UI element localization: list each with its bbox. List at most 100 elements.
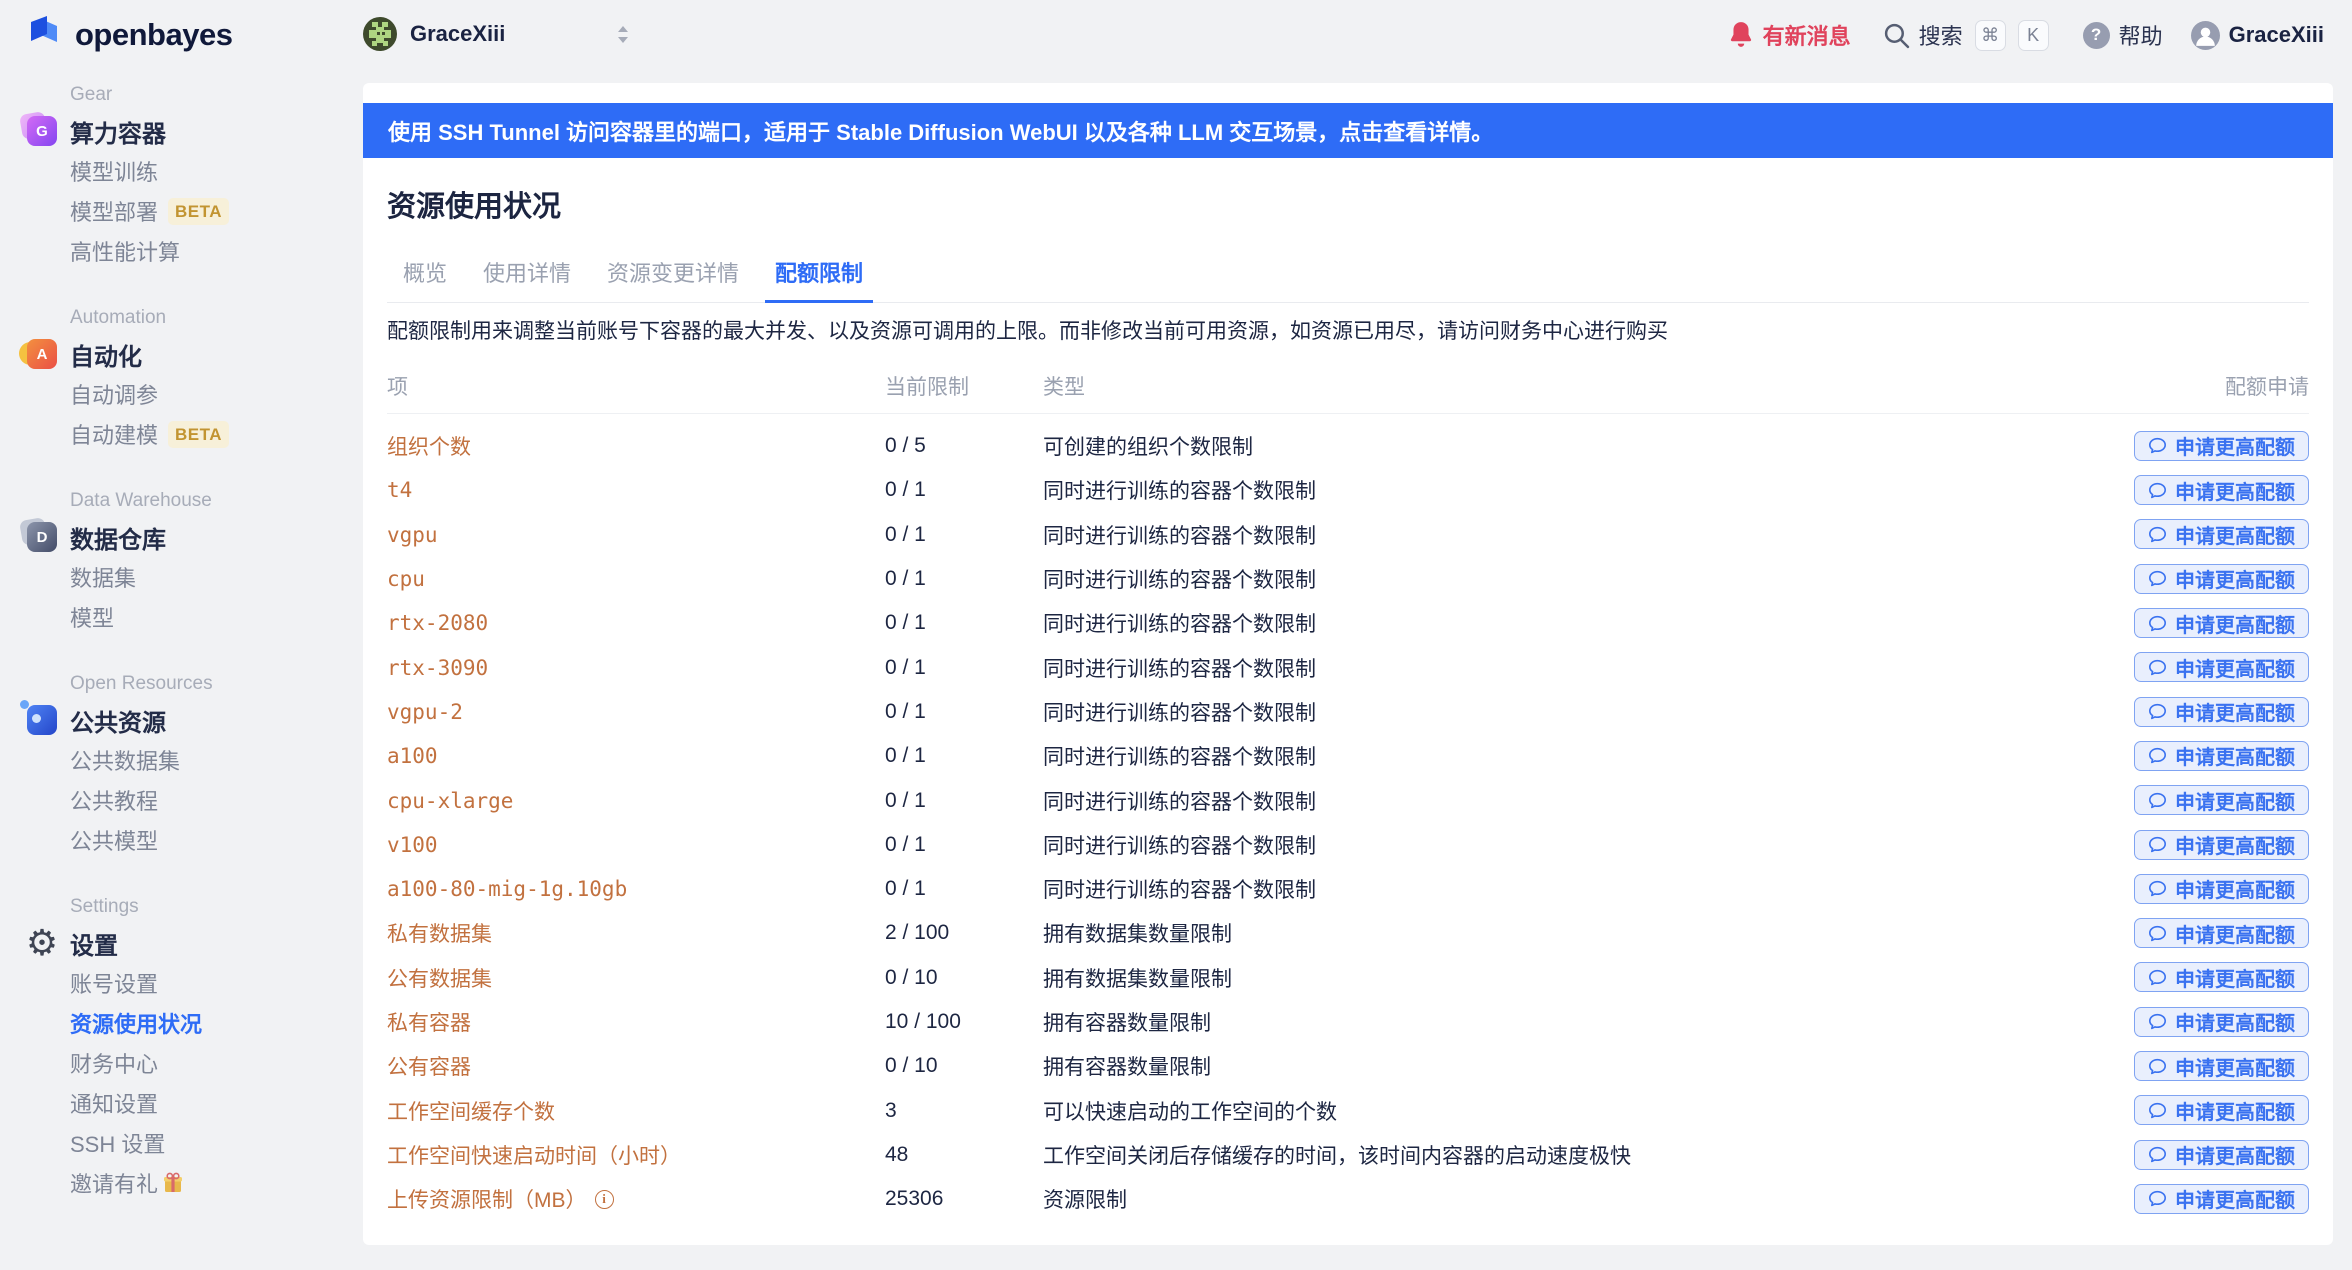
topbar: openbayes GraceXiii [0,0,2352,70]
row-item-name: 公有数据集 [387,963,885,993]
sidebar-section-open-resources[interactable]: 公共资源 [27,700,363,740]
request-quota-button[interactable]: 申请更高配额 [2134,697,2309,727]
sidebar-item[interactable]: 资源使用状况 [27,1003,363,1043]
sidebar-item[interactable]: 邀请有礼 [27,1163,363,1203]
workspace-selector[interactable]: GraceXiii [363,17,633,51]
sidebar-section-gear[interactable]: G 算力容器 [27,111,363,151]
sidebar-item[interactable]: SSH 设置 [27,1123,363,1163]
sidebar-item[interactable]: 公共数据集 [27,740,363,780]
row-item-name: vgpu-2 [387,700,885,724]
request-quota-button[interactable]: 申请更高配额 [2134,1140,2309,1170]
sidebar-item[interactable]: 数据集 [27,557,363,597]
row-item-name: rtx-3090 [387,656,885,680]
sidebar-item-label: 公共数据集 [70,744,180,776]
sidebar-section-settings[interactable]: 设置 [27,923,363,963]
table-row: vgpu-2 0 / 1 同时进行训练的容器个数限制 申请更高配额 [387,690,2309,734]
sidebar-section-title: 算力容器 [70,114,166,149]
data-warehouse-icon: D [27,522,57,552]
sidebar-item[interactable]: 高性能计算 [27,231,363,271]
help-label: 帮助 [2119,19,2163,51]
notifications-button[interactable]: 有新消息 [1728,19,1851,51]
request-quota-button[interactable]: 申请更高配额 [2134,652,2309,682]
request-quota-button[interactable]: 申请更高配额 [2134,741,2309,771]
sidebar-item[interactable]: 自动建模BETA [27,414,363,454]
row-item-name: 公有容器 [387,1051,885,1081]
row-item-name: 组织个数 [387,431,885,461]
row-type: 拥有容器数量限制 [1043,1007,2119,1037]
request-quota-button[interactable]: 申请更高配额 [2134,475,2309,505]
user-menu[interactable]: GraceXiii [2191,21,2324,50]
row-current-limit: 0 / 1 [885,523,1043,547]
row-current-limit: 10 / 100 [885,1010,1043,1034]
request-quota-button[interactable]: 申请更高配额 [2134,1184,2309,1214]
row-type: 同时进行训练的容器个数限制 [1043,564,2119,594]
request-quota-button[interactable]: 申请更高配额 [2134,1051,2309,1081]
sidebar-section-label: Settings [27,894,363,919]
search-label: 搜索 [1919,19,1963,51]
row-item-name: cpu-xlarge [387,789,885,813]
beta-badge: BETA [168,421,229,448]
sidebar-item[interactable]: 公共模型 [27,820,363,860]
sidebar-item[interactable]: 公共教程 [27,780,363,820]
sidebar-item[interactable]: 通知设置 [27,1083,363,1123]
sidebar: Gear G 算力容器 模型训练模型部署BETA高性能计算 Automation… [0,70,363,1237]
kbd-k-key: K [2018,20,2049,51]
content-card: 使用 SSH Tunnel 访问容器里的端口，适用于 Stable Diffus… [363,83,2333,1245]
request-quota-button[interactable]: 申请更高配额 [2134,519,2309,549]
sidebar-item-label: 公共模型 [70,824,158,856]
chat-bubble-icon [2148,791,2167,810]
tab-4[interactable]: 配额限制 [765,260,873,303]
table-row: a100 0 / 1 同时进行训练的容器个数限制 申请更高配额 [387,734,2309,778]
row-item-name: 私有数据集 [387,918,885,948]
request-quota-button[interactable]: 申请更高配额 [2134,431,2309,461]
kbd-cmd-key: ⌘ [1975,20,2006,51]
sidebar-item[interactable]: 模型部署BETA [27,191,363,231]
sidebar-item-label: 模型部署 [70,195,158,227]
row-current-limit: 48 [885,1143,1043,1167]
chat-bubble-icon [2148,924,2167,943]
tabs: 概览使用详情资源变更详情配额限制 [387,260,2309,303]
request-quota-button[interactable]: 申请更高配额 [2134,564,2309,594]
sidebar-section-title: 公共资源 [70,703,166,738]
sidebar-item-label: 模型训练 [70,155,158,187]
tab-2[interactable]: 使用详情 [473,260,581,302]
request-quota-button[interactable]: 申请更高配额 [2134,874,2309,904]
gift-icon [162,1172,184,1194]
info-icon[interactable] [595,1190,614,1209]
sidebar-item-label: 资源使用状况 [70,1007,202,1039]
sidebar-item[interactable]: 模型 [27,597,363,637]
search-button[interactable]: 搜索 ⌘ K [1883,19,2049,51]
col-header-item: 项 [387,371,885,401]
logo-text: openbayes [75,17,232,53]
sidebar-item[interactable]: 账号设置 [27,963,363,1003]
sidebar-section-data-warehouse[interactable]: D 数据仓库 [27,517,363,557]
row-current-limit: 3 [885,1099,1043,1123]
row-item-name: rtx-2080 [387,611,885,635]
col-header-limit: 当前限制 [885,371,1043,401]
tab-3[interactable]: 资源变更详情 [597,260,749,302]
row-current-limit: 0 / 10 [885,966,1043,990]
request-quota-button[interactable]: 申请更高配额 [2134,918,2309,948]
sidebar-item[interactable]: 自动调参 [27,374,363,414]
sidebar-item[interactable]: 模型训练 [27,151,363,191]
ssh-tunnel-banner[interactable]: 使用 SSH Tunnel 访问容器里的端口，适用于 Stable Diffus… [363,103,2333,158]
table-row: 私有数据集 2 / 100 拥有数据集数量限制 申请更高配额 [387,911,2309,955]
row-type: 同时进行训练的容器个数限制 [1043,653,2119,683]
request-quota-button[interactable]: 申请更高配额 [2134,608,2309,638]
request-quota-button[interactable]: 申请更高配额 [2134,1007,2309,1037]
row-item-name: t4 [387,478,885,502]
chat-bubble-icon [2148,835,2167,854]
sidebar-section-label: Open Resources [27,671,363,696]
gear-icon: G [27,116,57,146]
request-quota-button[interactable]: 申请更高配额 [2134,830,2309,860]
request-quota-button[interactable]: 申请更高配额 [2134,962,2309,992]
tab-1[interactable]: 概览 [393,260,457,302]
request-quota-button[interactable]: 申请更高配额 [2134,785,2309,815]
sidebar-section-automation[interactable]: A 自动化 [27,334,363,374]
request-quota-button[interactable]: 申请更高配额 [2134,1095,2309,1125]
help-button[interactable]: 帮助 [2083,19,2163,51]
logo[interactable]: openbayes [27,14,232,56]
row-type: 资源限制 [1043,1184,2119,1214]
row-current-limit: 0 / 1 [885,833,1043,857]
sidebar-item[interactable]: 财务中心 [27,1043,363,1083]
